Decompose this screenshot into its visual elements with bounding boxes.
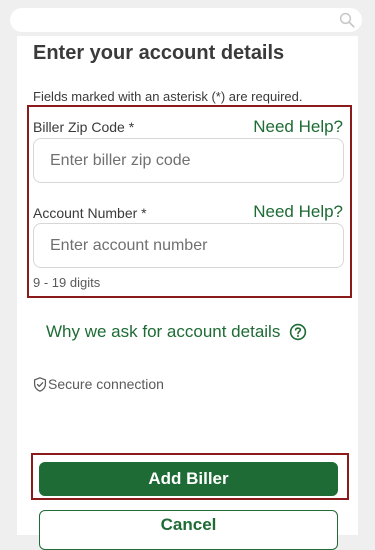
why-account-details-link[interactable]: Why we ask for account details (46, 322, 307, 342)
why-link-label: Why we ask for account details (46, 322, 281, 341)
search-bar[interactable] (10, 8, 362, 32)
required-fields-note: Fields marked with an asterisk (*) are r… (33, 89, 303, 104)
search-icon[interactable] (338, 11, 356, 29)
cancel-button[interactable]: Cancel (39, 510, 338, 550)
shield-check-icon (33, 376, 47, 392)
secure-connection-label: Secure connection (48, 376, 164, 392)
account-need-help-link[interactable]: Need Help? (253, 202, 343, 222)
account-details-card: Enter your account details Fields marked… (17, 36, 358, 550)
zip-code-input[interactable] (33, 138, 344, 183)
account-number-input[interactable] (33, 223, 344, 268)
account-number-hint: 9 - 19 digits (33, 275, 101, 290)
zip-code-label: Biller Zip Code * (33, 119, 135, 135)
page-title: Enter your account details (33, 42, 285, 64)
help-circle-icon (290, 323, 307, 341)
add-biller-button[interactable]: Add Biller (39, 462, 338, 496)
secure-connection-indicator: Secure connection (33, 376, 164, 392)
account-number-label: Account Number * (33, 205, 147, 221)
zip-need-help-link[interactable]: Need Help? (253, 117, 343, 137)
